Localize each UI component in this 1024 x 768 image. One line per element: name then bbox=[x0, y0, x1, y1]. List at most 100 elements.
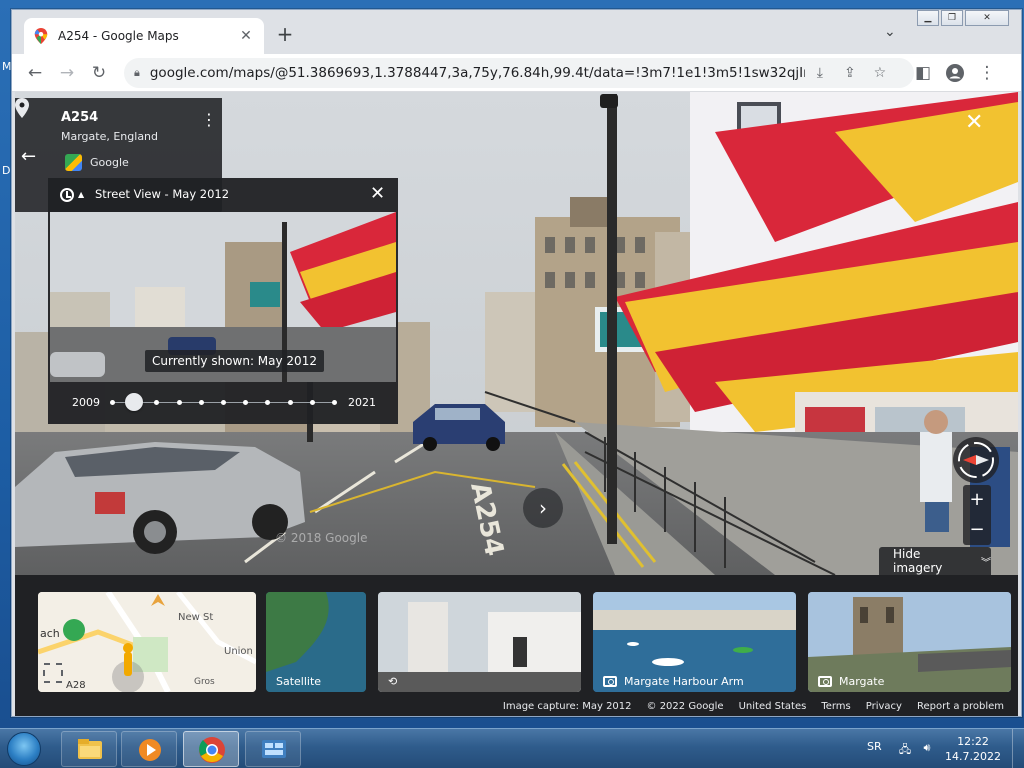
lock-icon: 🔒︎ bbox=[134, 66, 140, 79]
time-machine-close-icon[interactable]: ✕ bbox=[370, 183, 385, 204]
location-subtitle: Margate, England bbox=[61, 130, 159, 143]
country-link[interactable]: United States bbox=[739, 701, 807, 716]
profile-avatar-icon[interactable] bbox=[942, 60, 968, 86]
window-controls: ▁ ❐ ✕ bbox=[915, 10, 1009, 26]
remote-desktop-taskbar-icon[interactable] bbox=[245, 731, 301, 767]
close-icon[interactable]: ✕ bbox=[965, 10, 1009, 26]
tab-title: A254 - Google Maps bbox=[58, 29, 179, 43]
margate-card[interactable]: Margate bbox=[808, 592, 1011, 692]
side-panel-icon[interactable]: ◧ bbox=[910, 60, 936, 86]
slider-stop[interactable] bbox=[287, 400, 293, 405]
street-view-panorama[interactable]: A254 © 2018 Google ← A254 Margate, Engla… bbox=[15, 92, 1018, 575]
slider-stop[interactable] bbox=[198, 400, 204, 405]
minimize-icon[interactable]: ▁ bbox=[917, 10, 939, 26]
360-rotate-icon: ⟲ bbox=[388, 675, 398, 688]
desktop-icon-fragment-2[interactable]: D bbox=[2, 164, 10, 177]
volume-icon[interactable]: 🔊︎ bbox=[920, 741, 934, 755]
provider-label: Google bbox=[90, 156, 129, 169]
svg-text:New St: New St bbox=[178, 612, 213, 623]
image-capture-date: Image capture: May 2012 bbox=[502, 701, 632, 712]
slider-stop[interactable] bbox=[176, 400, 182, 405]
street-view-time-machine: ▲ Street View - May 2012 ✕ Currently sho… bbox=[48, 178, 398, 424]
caret-up-icon[interactable]: ▲ bbox=[78, 190, 84, 199]
clock-time: 12:22 bbox=[957, 735, 989, 748]
slider-start-year: 2009 bbox=[72, 396, 100, 409]
slider-stop[interactable] bbox=[221, 400, 226, 405]
svg-text:Union C: Union C bbox=[224, 646, 256, 657]
show-desktop-button[interactable] bbox=[1012, 729, 1024, 768]
hide-imagery-button[interactable]: Hide imagery ︾ bbox=[879, 547, 991, 575]
imagery-watermark: © 2018 Google bbox=[275, 531, 367, 545]
slider-thumb[interactable] bbox=[125, 393, 144, 411]
tab-google-maps[interactable]: A254 - Google Maps ✕ bbox=[24, 18, 264, 54]
browser-toolbar: ← → ↻ 🔒︎ google.com/maps/@51.3869693,1.3… bbox=[12, 54, 1021, 92]
back-arrow-icon[interactable]: ← bbox=[22, 60, 48, 86]
system-clock[interactable]: 12:22 14.7.2022 bbox=[945, 734, 1001, 764]
svg-text:ach: ach bbox=[40, 627, 60, 640]
slider-stop[interactable] bbox=[154, 400, 160, 405]
slider-stop[interactable] bbox=[243, 400, 249, 405]
time-machine-header: ▲ Street View - May 2012 ✕ bbox=[48, 178, 398, 212]
zoom-in-button[interactable]: + bbox=[963, 485, 991, 515]
privacy-link[interactable]: Privacy bbox=[866, 701, 902, 716]
time-machine-preview[interactable]: Currently shown: May 2012 bbox=[50, 212, 396, 382]
close-street-view-icon[interactable]: ✕ bbox=[965, 110, 983, 135]
harbour-label: Margate Harbour Arm bbox=[593, 675, 796, 688]
media-player-taskbar-icon[interactable] bbox=[121, 731, 177, 767]
reload-icon[interactable]: ↻ bbox=[86, 60, 112, 86]
bookmark-star-icon[interactable]: ☆ bbox=[865, 65, 895, 81]
terms-link[interactable]: Terms bbox=[821, 701, 850, 716]
maximize-icon[interactable]: ❐ bbox=[941, 10, 963, 26]
camera-icon bbox=[818, 676, 832, 687]
more-options-icon[interactable]: ⋮ bbox=[201, 112, 217, 128]
compass-icon[interactable] bbox=[953, 437, 999, 483]
back-arrow-icon[interactable]: ← bbox=[21, 146, 36, 167]
map-card[interactable]: ach New St Union C A28 Gros bbox=[38, 592, 256, 692]
slider-stop[interactable] bbox=[265, 400, 271, 405]
network-icon[interactable]: 🖧︎ bbox=[898, 741, 912, 756]
time-machine-title: Street View - May 2012 bbox=[95, 187, 230, 201]
forward-arrow-icon[interactable]: → bbox=[54, 60, 80, 86]
address-bar[interactable]: 🔒︎ google.com/maps/@51.3869693,1.3788447… bbox=[124, 58, 914, 88]
new-tab-button[interactable]: + bbox=[274, 24, 296, 46]
clock-date: 14.7.2022 bbox=[945, 750, 1001, 763]
report-problem-link[interactable]: Report a problem bbox=[917, 701, 1004, 716]
satellite-card[interactable]: Satellite bbox=[266, 592, 366, 692]
currently-shown-caption: Currently shown: May 2012 bbox=[145, 350, 324, 372]
url-text[interactable]: google.com/maps/@51.3869693,1.3788447,3a… bbox=[150, 65, 805, 81]
chrome-taskbar-icon[interactable] bbox=[183, 731, 239, 767]
map-thumbnail: ach New St Union C A28 Gros bbox=[38, 592, 256, 692]
slider-stop[interactable] bbox=[110, 400, 115, 405]
hide-imagery-label: Hide imagery bbox=[893, 547, 943, 575]
taskbar: SR 🖧︎ 🔊︎ 12:22 14.7.2022 bbox=[0, 728, 1024, 768]
install-icon[interactable]: ⤓ bbox=[805, 65, 835, 81]
attribution-bar: Image capture: May 2012 © 2022 Google Un… bbox=[15, 701, 1018, 716]
start-button[interactable] bbox=[4, 730, 44, 768]
slider-stop[interactable] bbox=[309, 400, 315, 405]
location-pin-icon[interactable] bbox=[15, 98, 29, 118]
navigate-forward-arrow-icon[interactable]: › bbox=[523, 488, 563, 528]
svg-text:Gros: Gros bbox=[194, 677, 215, 687]
location-name: A254 bbox=[61, 110, 99, 125]
browser-menu-icon[interactable]: ⋮ bbox=[974, 60, 1000, 86]
file-explorer-taskbar-icon[interactable] bbox=[61, 731, 117, 767]
zoom-out-button[interactable]: − bbox=[963, 515, 991, 545]
history-clock-icon[interactable] bbox=[60, 188, 74, 202]
street-view-card[interactable]: ⟲ bbox=[378, 592, 581, 692]
street-view-card-label: ⟲ bbox=[378, 675, 581, 688]
slider-end-year: 2021 bbox=[348, 396, 376, 409]
year-slider[interactable]: 2009 2021 bbox=[48, 382, 398, 424]
harbour-card[interactable]: Margate Harbour Arm bbox=[593, 592, 796, 692]
maps-pin-icon bbox=[34, 28, 48, 44]
tab-strip: A254 - Google Maps ✕ + ⌄ ▁ ❐ ✕ bbox=[12, 10, 1021, 54]
tab-close-icon[interactable]: ✕ bbox=[238, 28, 254, 44]
zoom-controls: + − bbox=[963, 485, 991, 545]
margate-label: Margate bbox=[808, 675, 1011, 688]
imagery-strip: ach New St Union C A28 Gros Satellite ⟲ bbox=[15, 575, 1018, 716]
language-indicator[interactable]: SR bbox=[867, 740, 882, 753]
share-icon[interactable]: ⇪ bbox=[835, 65, 865, 81]
slider-stop[interactable] bbox=[332, 400, 337, 405]
tab-search-chevron-icon[interactable]: ⌄ bbox=[884, 24, 896, 40]
camera-icon bbox=[603, 676, 617, 687]
copyright: © 2022 Google bbox=[646, 701, 724, 712]
